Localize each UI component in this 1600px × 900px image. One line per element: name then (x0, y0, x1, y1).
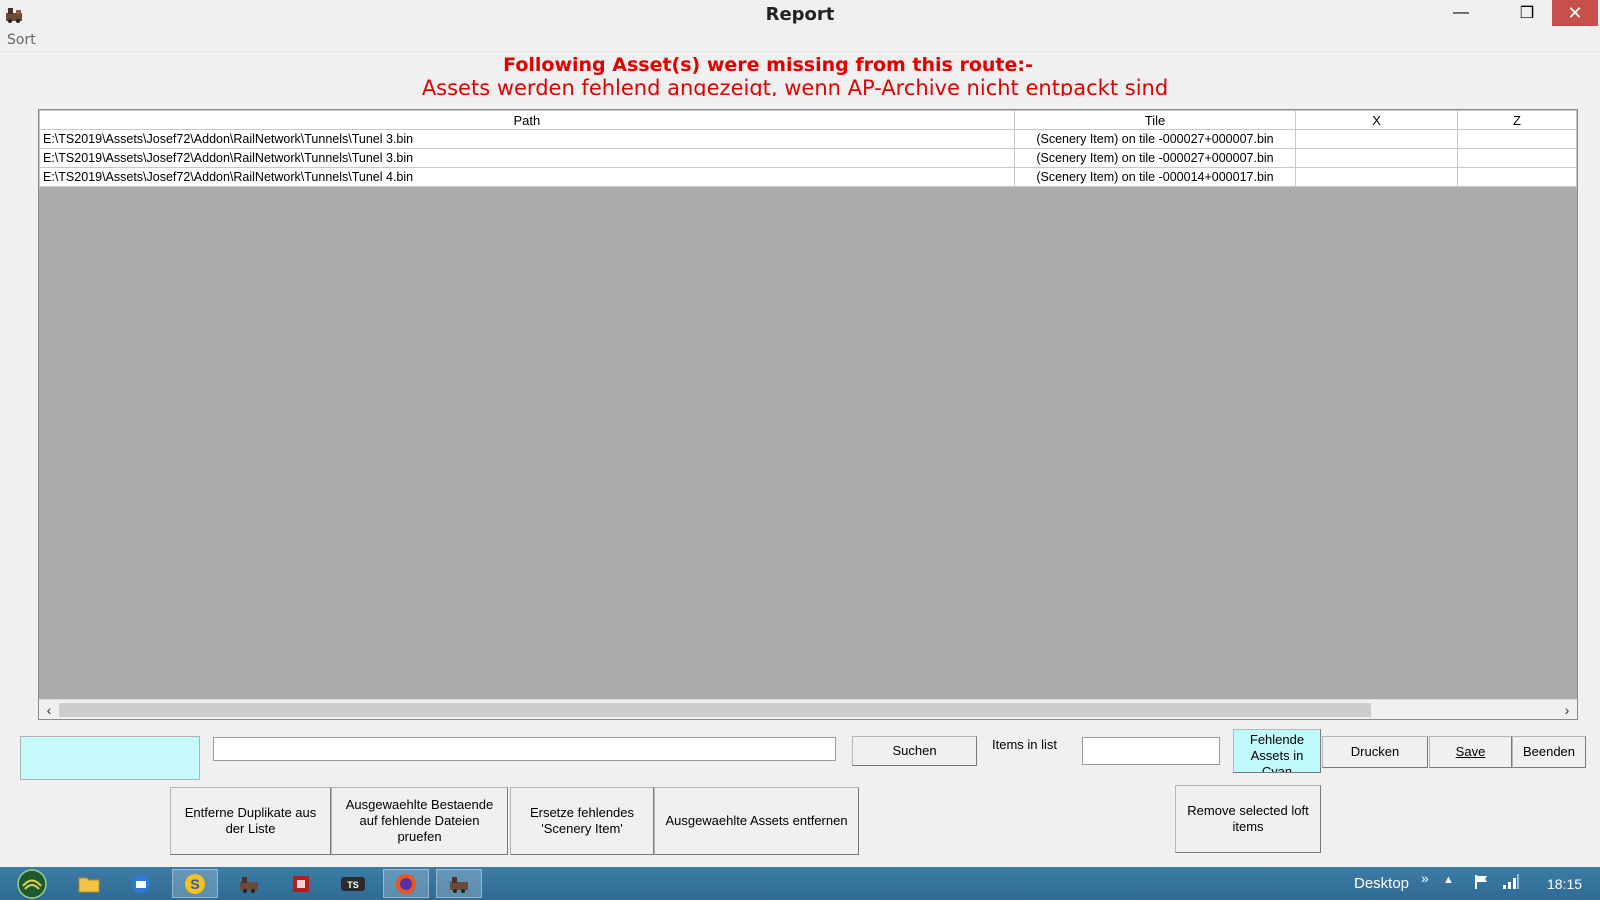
table-row[interactable]: E:\TS2019\Assets\Josef72\Addon\RailNetwo… (39, 129, 1577, 149)
start-button[interactable] (10, 867, 54, 900)
cell-z[interactable] (1456, 129, 1577, 149)
desktop-toolbar-label[interactable]: Desktop (1354, 875, 1409, 892)
items-count-field[interactable] (1082, 737, 1220, 765)
check-selected-button[interactable]: Ausgewaehlte Bestaende auf fehlende Date… (331, 787, 508, 855)
cell-path[interactable]: E:\TS2019\Assets\Josef72\Addon\RailNetwo… (39, 129, 1015, 149)
column-header-z[interactable]: Z (1456, 110, 1577, 130)
column-header-path[interactable]: Path (39, 110, 1015, 130)
search-button[interactable]: Suchen (852, 736, 977, 766)
remove-loft-items-button[interactable]: Remove selected loft items (1175, 785, 1321, 853)
close-button[interactable]: ✕ (1552, 0, 1598, 26)
cell-tile[interactable]: (Scenery Item) on tile -000027+000007.bi… (1013, 129, 1297, 149)
train-simulator-icon[interactable]: TS (330, 869, 376, 898)
thunderbird-icon[interactable] (118, 869, 164, 898)
cell-path[interactable]: E:\TS2019\Assets\Josef72\Addon\RailNetwo… (39, 148, 1015, 168)
maximize-button[interactable]: ❒ (1510, 0, 1544, 26)
column-header-x[interactable]: X (1295, 110, 1458, 130)
menu-bar: Sort (0, 30, 1600, 52)
save-button[interactable]: Save (1429, 736, 1512, 768)
minimize-button[interactable]: — (1444, 0, 1478, 26)
remove-duplicates-button[interactable]: Entferne Duplikate aus der Liste (170, 787, 331, 855)
cell-z[interactable] (1456, 167, 1577, 187)
locomotive-tool-icon[interactable] (226, 869, 272, 898)
scroll-left-icon[interactable]: ‹ (40, 701, 58, 719)
cell-x[interactable] (1295, 148, 1458, 168)
scrollbar-thumb[interactable] (59, 703, 1371, 717)
s-app-icon[interactable]: S (172, 869, 218, 898)
cyan-status-field (20, 736, 200, 780)
print-button[interactable]: Drucken (1322, 736, 1428, 768)
start-orb-icon (17, 868, 47, 899)
column-header-tile[interactable]: Tile (1013, 110, 1297, 130)
cell-z[interactable] (1456, 148, 1577, 168)
cell-path[interactable]: E:\TS2019\Assets\Josef72\Addon\RailNetwo… (39, 167, 1015, 187)
film-tool-icon[interactable] (278, 869, 324, 898)
scroll-right-icon[interactable]: › (1558, 701, 1576, 719)
svg-text:S: S (190, 876, 199, 892)
window-title: Report (765, 4, 835, 25)
svg-text:TS: TS (347, 880, 359, 890)
missing-assets-cyan-button[interactable]: Fehlende Assets in Cyan (1233, 729, 1321, 773)
taskbar: S TS Desktop » ▲ 18:15 (0, 867, 1600, 900)
exit-button[interactable]: Beenden (1512, 736, 1586, 768)
table-header-row: Path Tile X Z (39, 110, 1577, 130)
replace-missing-button[interactable]: Ersetze fehlendes 'Scenery Item' (510, 787, 654, 855)
search-input[interactable] (213, 737, 836, 761)
firefox-icon[interactable] (383, 869, 429, 898)
table-row[interactable]: E:\TS2019\Assets\Josef72\Addon\RailNetwo… (39, 148, 1577, 168)
subheading-clip: Assets werden fehlend angezeigt, wenn AP… (0, 76, 1600, 96)
action-center-flag-icon[interactable] (1473, 873, 1491, 895)
cell-x[interactable] (1295, 129, 1458, 149)
menu-sort[interactable]: Sort (7, 32, 36, 48)
items-in-list-label: Items in list (992, 737, 1058, 752)
taskbar-clock[interactable]: 18:15 (1547, 876, 1582, 892)
network-signal-icon[interactable] (1502, 874, 1520, 894)
horizontal-scrollbar[interactable]: ‹ › (39, 699, 1577, 719)
assets-table: Path Tile X Z E:\TS2019\Assets\Josef72\A… (39, 110, 1577, 187)
cell-tile[interactable]: (Scenery Item) on tile -000014+000017.bi… (1013, 167, 1297, 187)
missing-assets-heading: Following Asset(s) were missing from thi… (503, 54, 1033, 76)
cell-x[interactable] (1295, 167, 1458, 187)
report-app-taskbar-icon[interactable] (436, 869, 482, 898)
missing-assets-subheading: Assets werden fehlend angezeigt, wenn AP… (421, 76, 1169, 96)
file-explorer-icon[interactable] (66, 869, 112, 898)
remove-selected-assets-button[interactable]: Ausgewaehlte Assets entfernen (654, 787, 859, 855)
show-hidden-icons-icon[interactable]: ▲ (1443, 874, 1454, 886)
missing-assets-grid[interactable]: Path Tile X Z E:\TS2019\Assets\Josef72\A… (38, 109, 1578, 720)
title-bar: Report — ❒ ✕ (0, 0, 1600, 30)
toolbar-chevron-icon[interactable]: » (1421, 870, 1429, 886)
table-row[interactable]: E:\TS2019\Assets\Josef72\Addon\RailNetwo… (39, 167, 1577, 187)
cell-tile[interactable]: (Scenery Item) on tile -000027+000007.bi… (1013, 148, 1297, 168)
